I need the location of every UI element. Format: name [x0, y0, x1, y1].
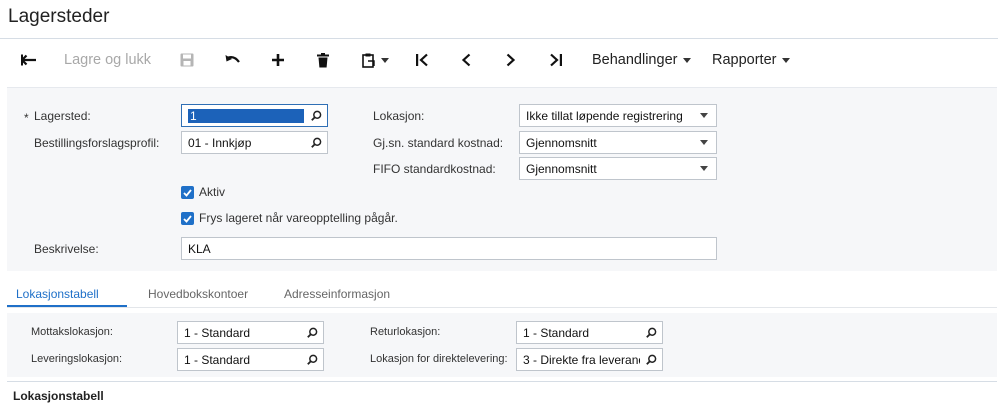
warehouse-label: Lagersted: — [34, 109, 91, 123]
checkmark-icon — [183, 214, 192, 223]
location-dropdown[interactable]: Ikke tillat løpende registrering — [519, 104, 717, 127]
search-icon[interactable] — [301, 327, 323, 338]
replenishment-class-value: 01 - Innkjøp — [188, 135, 252, 150]
previous-record-button[interactable] — [455, 49, 477, 71]
reports-menu-button[interactable]: Rapporter — [712, 49, 794, 71]
return-location-label: Returlokasjon: — [370, 326, 441, 338]
tab-address-info[interactable]: Adresseinformasjon — [284, 287, 390, 301]
receipt-location-selector[interactable]: 1 - Standard — [177, 321, 324, 344]
warehouse-selector[interactable]: 1 — [181, 104, 328, 127]
section-title: Lokasjonstabell — [13, 389, 104, 403]
dropship-location-label: Lokasjon for direktelevering: — [370, 353, 508, 365]
add-icon — [272, 54, 284, 66]
description-label: Beskrivelse: — [34, 242, 99, 256]
location-label: Lokasjon: — [373, 109, 425, 123]
checkmark-icon — [183, 188, 192, 197]
save-icon — [180, 53, 194, 67]
tab-divider — [7, 307, 997, 308]
chevron-down-icon — [683, 57, 692, 63]
search-icon[interactable] — [301, 354, 323, 365]
section-divider — [7, 381, 997, 382]
page-title: Lagersteder — [8, 6, 110, 27]
undo-button[interactable] — [222, 49, 244, 71]
fifo-cost-label: FIFO standardkostnad: — [373, 162, 496, 176]
last-record-button[interactable] — [545, 49, 567, 71]
delete-icon — [317, 52, 329, 67]
chevron-down-icon[interactable] — [692, 166, 716, 171]
avg-cost-value: Gjennomsnitt — [526, 135, 597, 150]
description-input[interactable]: KLA — [181, 237, 717, 260]
add-button[interactable] — [267, 49, 289, 71]
location-defaults-panel — [7, 313, 997, 377]
back-button[interactable] — [18, 49, 40, 71]
undo-icon — [225, 55, 240, 63]
replenishment-class-selector[interactable]: 01 - Innkjøp — [181, 131, 328, 154]
search-icon[interactable] — [305, 137, 327, 148]
return-location-value: 1 - Standard — [523, 325, 590, 340]
first-record-button[interactable] — [411, 49, 433, 71]
processes-menu-button[interactable]: Behandlinger — [592, 49, 692, 71]
first-record-icon — [416, 53, 428, 67]
shipping-location-label: Leveringslokasjon: — [31, 353, 123, 365]
previous-record-icon — [461, 53, 471, 67]
next-record-icon — [506, 53, 516, 67]
search-icon[interactable] — [305, 110, 327, 121]
active-checkbox[interactable] — [181, 186, 194, 199]
tab-location-table[interactable]: Lokasjonstabell — [16, 287, 99, 301]
shipping-location-value: 1 - Standard — [184, 352, 251, 367]
freeze-inventory-checkbox[interactable] — [181, 212, 194, 225]
last-record-icon — [550, 53, 562, 67]
chevron-down-icon[interactable] — [692, 140, 716, 145]
return-location-selector[interactable]: 1 - Standard — [516, 321, 663, 344]
receipt-location-value: 1 - Standard — [184, 325, 251, 340]
back-arrow-icon — [21, 54, 36, 66]
fifo-cost-dropdown[interactable]: Gjennomsnitt — [519, 157, 717, 180]
location-value: Ikke tillat løpende registrering — [526, 108, 683, 123]
chevron-down-icon — [380, 57, 389, 63]
required-marker: * — [24, 111, 29, 125]
warehouse-value: 1 — [188, 108, 304, 123]
dropship-location-selector[interactable]: 3 - Direkte fra leverandør — [516, 348, 663, 371]
description-value: KLA — [188, 241, 211, 256]
search-icon[interactable] — [640, 354, 662, 365]
avg-cost-label: Gj.sn. standard kostnad: — [373, 136, 504, 150]
title-divider — [0, 38, 998, 39]
save-and-close-button[interactable]: Lagre og lukk — [64, 49, 154, 71]
dropship-location-value: 3 - Direkte fra leverandør — [523, 352, 640, 367]
shipping-location-selector[interactable]: 1 - Standard — [177, 348, 324, 371]
replenishment-class-label: Bestillingsforslagsprofil: — [34, 136, 160, 150]
avg-cost-dropdown[interactable]: Gjennomsnitt — [519, 131, 717, 154]
reports-menu-label: Rapporter — [712, 52, 777, 68]
save-button[interactable] — [176, 49, 198, 71]
chevron-down-icon[interactable] — [692, 113, 716, 118]
paste-menu-button[interactable] — [357, 49, 393, 71]
active-label: Aktiv — [199, 185, 226, 199]
fifo-cost-value: Gjennomsnitt — [526, 161, 597, 176]
chevron-down-icon — [782, 57, 791, 63]
paste-icon — [361, 53, 375, 68]
search-icon[interactable] — [640, 327, 662, 338]
receipt-location-label: Mottakslokasjon: — [31, 326, 113, 338]
active-tab-indicator — [7, 305, 127, 307]
delete-button[interactable] — [312, 49, 334, 71]
next-record-button[interactable] — [500, 49, 522, 71]
processes-menu-label: Behandlinger — [592, 52, 678, 68]
freeze-inventory-label: Frys lageret når vareopptelling pågår. — [199, 211, 398, 225]
tab-gl-accounts[interactable]: Hovedbokskontoer — [148, 287, 248, 301]
